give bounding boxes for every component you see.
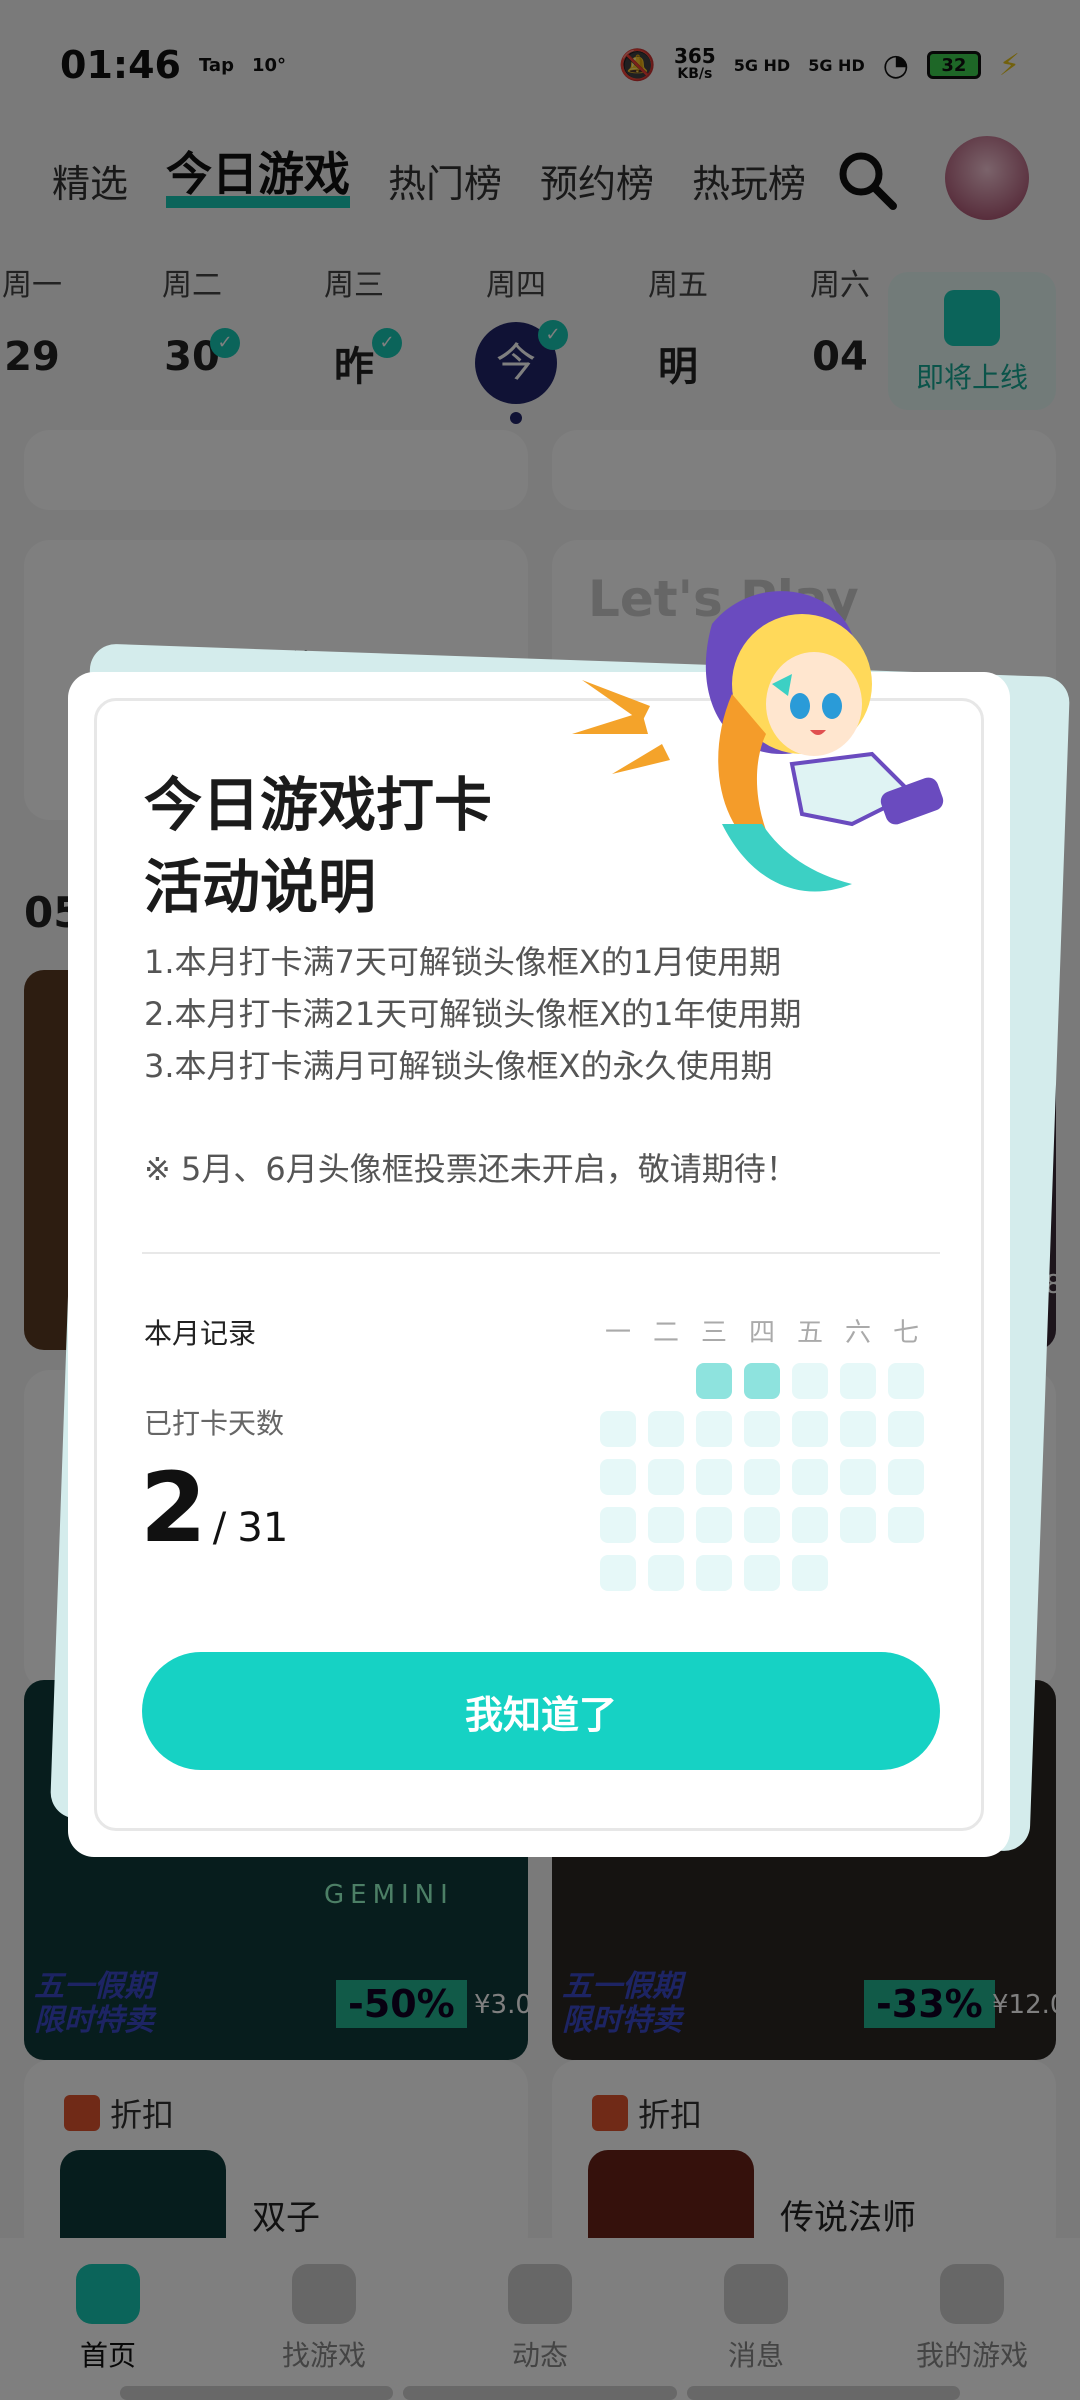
calendar-weekday-header: 一 二 三 四 五 六 七: [604, 1318, 919, 1348]
calendar-day: [600, 1555, 636, 1591]
calendar-day: [792, 1411, 828, 1447]
calendar-day: [840, 1411, 876, 1447]
calendar-day: [792, 1363, 828, 1399]
calendar-day: [696, 1411, 732, 1447]
calendar-day: [600, 1459, 636, 1495]
calendar-grid: [600, 1363, 924, 1591]
calendar-day: [600, 1411, 636, 1447]
calendar-day: [648, 1555, 684, 1591]
modal-title: 今日游戏打卡 活动说明: [144, 771, 493, 921]
calendar-day: [888, 1363, 924, 1399]
checkin-calendar: 一 二 三 四 五 六 七: [600, 1312, 924, 1591]
calendar-day: [792, 1507, 828, 1543]
calendar-day: [696, 1459, 732, 1495]
rule-item: 2.本月打卡满21天可解锁头像框X的1年使用期: [144, 995, 802, 1033]
calendar-day-checked: [696, 1363, 732, 1399]
total-days: 31: [237, 1505, 289, 1551]
got-it-button[interactable]: 我知道了: [142, 1652, 940, 1770]
mascot-illustration: [572, 591, 944, 892]
calendar-day: [648, 1507, 684, 1543]
calendar-day: [648, 1459, 684, 1495]
notice-text: ※ 5月、6月头像框投票还未开启，敬请期待！: [144, 1150, 798, 1188]
checkin-count: 2/ 31: [140, 1452, 289, 1564]
calendar-day: [840, 1459, 876, 1495]
calendar-day: [888, 1411, 924, 1447]
rule-item: 3.本月打卡满月可解锁头像框X的永久使用期: [144, 1047, 773, 1085]
record-label: 已打卡天数: [144, 1407, 285, 1440]
calendar-day: [744, 1507, 780, 1543]
calendar-blank: [600, 1363, 636, 1399]
checked-days: 2: [140, 1452, 207, 1564]
calendar-day: [744, 1459, 780, 1495]
calendar-day: [840, 1507, 876, 1543]
calendar-day: [888, 1507, 924, 1543]
calendar-day: [792, 1555, 828, 1591]
calendar-day: [744, 1411, 780, 1447]
calendar-blank: [648, 1363, 684, 1399]
calendar-day-checked: [744, 1363, 780, 1399]
record-title: 本月记录: [144, 1317, 257, 1350]
calendar-day: [744, 1555, 780, 1591]
calendar-day: [792, 1459, 828, 1495]
divider: [142, 1252, 940, 1254]
calendar-day: [648, 1411, 684, 1447]
calendar-day: [840, 1363, 876, 1399]
calendar-day: [696, 1507, 732, 1543]
calendar-day: [888, 1459, 924, 1495]
calendar-day: [600, 1507, 636, 1543]
calendar-day: [696, 1555, 732, 1591]
rules-list: 1.本月打卡满7天可解锁头像框X的1月使用期 2.本月打卡满21天可解锁头像框X…: [144, 936, 802, 1092]
